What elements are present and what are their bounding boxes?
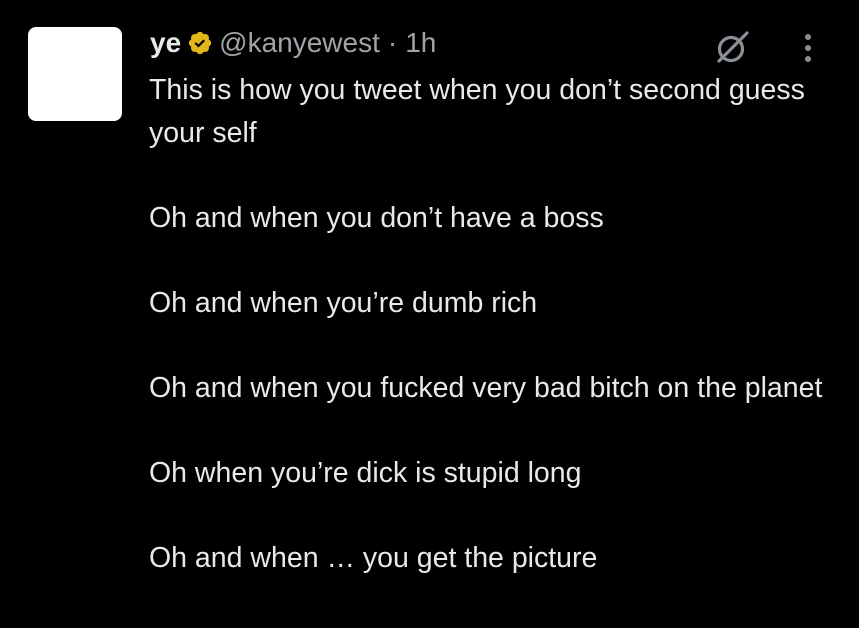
tweet-card[interactable]: ye @kanyewest · 1h This is how you tweet… <box>0 0 859 628</box>
timestamp[interactable]: 1h <box>405 26 436 60</box>
verified-badge-icon[interactable] <box>187 30 213 56</box>
avatar[interactable] <box>28 27 122 121</box>
tweet-paragraph: Oh when you’re dick is stupid long <box>149 457 582 489</box>
tweet-paragraph: This is how you tweet when you don’t sec… <box>149 74 813 149</box>
separator-dot: · <box>387 27 398 58</box>
grok-icon[interactable] <box>713 28 751 66</box>
tweet-text: This is how you tweet when you don’t sec… <box>149 69 839 622</box>
display-name[interactable]: ye <box>150 26 181 60</box>
tweet-paragraph: Oh and when … you get the picture <box>149 542 598 574</box>
user-handle[interactable]: @kanyewest <box>219 26 380 60</box>
more-options-icon[interactable] <box>796 31 820 65</box>
tweet-paragraph: Oh and when you fucked very bad bitch on… <box>149 372 823 404</box>
tweet-paragraph: Oh and when you don’t have a boss <box>149 202 604 234</box>
tweet-header: ye @kanyewest · 1h <box>150 26 436 60</box>
tweet-paragraph: Oh and when you’re dumb rich <box>149 287 538 319</box>
